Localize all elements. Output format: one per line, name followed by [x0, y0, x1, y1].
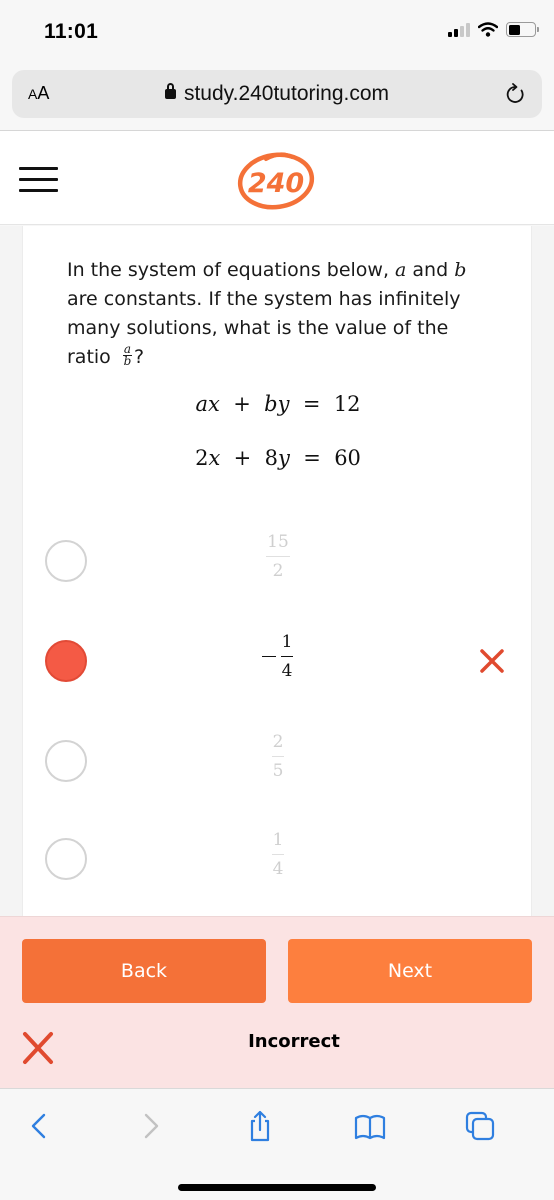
- tabs-icon[interactable]: [463, 1109, 497, 1143]
- answer-choice-a[interactable]: 15 2: [23, 516, 533, 606]
- hamburger-icon[interactable]: [19, 167, 59, 193]
- status-icons: [448, 22, 539, 37]
- fraction-denominator: 2: [272, 561, 284, 581]
- var-b: b: [454, 259, 467, 281]
- address-bar[interactable]: AA study.240tutoring.com: [12, 70, 542, 118]
- eq-term: 2: [195, 446, 209, 470]
- next-button[interactable]: Next: [288, 939, 532, 1003]
- eq-term: x: [208, 446, 221, 470]
- home-indicator[interactable]: [178, 1184, 376, 1191]
- site-header: 240: [0, 131, 554, 225]
- question-text: In the system of equations below, a and …: [67, 256, 497, 372]
- eq-operator: +: [233, 392, 251, 416]
- eq-term: y: [277, 446, 290, 470]
- question-text-part: In the system of equations below,: [67, 259, 396, 281]
- lock-icon: [164, 83, 176, 99]
- battery-icon: [506, 22, 539, 37]
- back-icon[interactable]: [22, 1109, 56, 1143]
- fraction-numerator: 2: [272, 732, 284, 752]
- eq-equals: =: [302, 392, 321, 416]
- fraction-denominator: 4: [281, 661, 293, 681]
- answer-choice-c[interactable]: 25: [23, 716, 533, 806]
- question-text-part: and: [406, 259, 455, 281]
- back-button[interactable]: Back: [22, 939, 266, 1003]
- forward-icon[interactable]: [134, 1109, 168, 1143]
- logo[interactable]: 240: [234, 149, 318, 211]
- equation-1: ax + by = 12: [23, 392, 533, 416]
- url-field[interactable]: study.240tutoring.com: [12, 82, 542, 106]
- fraction-numerator: 15: [267, 532, 289, 552]
- eq-term: x: [207, 392, 220, 416]
- reload-icon[interactable]: [504, 82, 528, 106]
- fraction-numerator: 1: [272, 830, 284, 850]
- eq-term: a: [195, 392, 208, 416]
- fraction-numerator: 1: [281, 632, 293, 652]
- cellular-signal-icon: [448, 22, 470, 37]
- status-time: 11:01: [44, 20, 99, 43]
- eq-operator: +: [233, 446, 252, 470]
- x-icon: [480, 649, 504, 673]
- eq-rhs: 12: [333, 392, 361, 416]
- question-mark: ?: [134, 346, 145, 368]
- logo-text: 240: [248, 168, 304, 199]
- choice-fraction: 15 2: [23, 532, 533, 581]
- share-icon[interactable]: [243, 1109, 277, 1143]
- result-text: Incorrect: [248, 1031, 340, 1052]
- fraction-denominator: 5: [272, 761, 284, 781]
- question-card: In the system of equations below, a and …: [22, 226, 532, 916]
- bookmarks-icon[interactable]: [353, 1109, 387, 1143]
- ratio-denominator: b: [123, 354, 132, 368]
- eq-equals: =: [303, 446, 321, 470]
- choice-fraction: 14: [23, 830, 533, 879]
- fraction-denominator: 4: [272, 859, 284, 879]
- choice-fraction: 14: [23, 632, 533, 681]
- ratio-fraction: ab: [122, 343, 133, 368]
- eq-term: y: [277, 392, 290, 416]
- eq-rhs: 60: [334, 446, 361, 470]
- minus-sign: [261, 655, 276, 658]
- eq-term: b: [264, 392, 278, 416]
- feedback-panel: Back Next Incorrect: [0, 916, 554, 1088]
- status-bar: 11:01: [0, 0, 554, 66]
- equation-2: 2x + 8y = 60: [23, 446, 533, 470]
- var-a: a: [395, 259, 407, 281]
- answer-choice-d[interactable]: 14: [23, 816, 533, 906]
- choice-fraction: 25: [23, 732, 533, 781]
- wifi-icon: [478, 22, 498, 37]
- eq-term: 8: [264, 446, 278, 470]
- url-text: study.240tutoring.com: [183, 82, 390, 105]
- answer-choice-b[interactable]: 14: [23, 616, 533, 706]
- browser-toolbar: [0, 1088, 554, 1200]
